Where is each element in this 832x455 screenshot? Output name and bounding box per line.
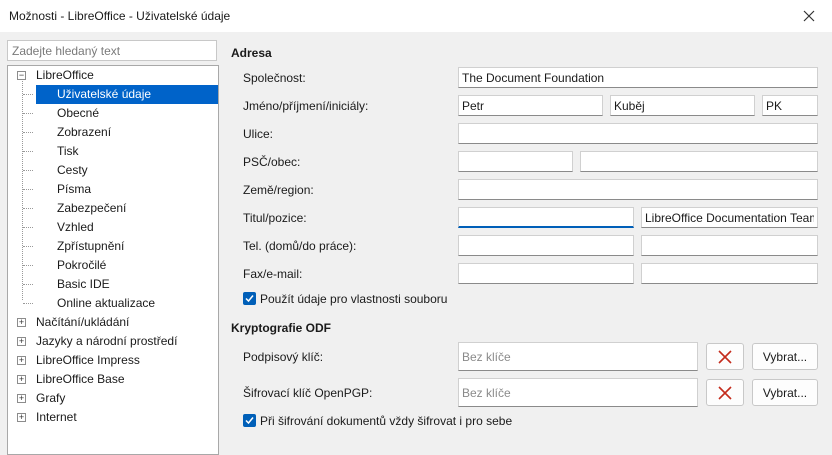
window-title: Možnosti - LibreOffice - Uživatelské úda… <box>9 9 231 23</box>
tree-node-accessibility[interactable]: Zpřístupnění <box>57 237 124 256</box>
tree-node-base[interactable]: LibreOffice Base <box>36 370 125 389</box>
street-label: Ulice: <box>243 127 274 141</box>
phone-label: Tel. (domů/do práce): <box>243 239 357 253</box>
tree-node-languages[interactable]: Jazyky a národní prostředí <box>36 332 177 351</box>
tree-node-label: Zabezpečení <box>57 201 127 215</box>
select-encrypt-key-button[interactable]: Vybrat... <box>752 379 818 406</box>
expand-icon[interactable]: + <box>17 375 26 384</box>
title-position-label: Titul/pozice: <box>243 211 307 225</box>
tree-node-label: Grafy <box>36 391 66 405</box>
signing-key-label: Podpisový klíč: <box>243 350 324 364</box>
tree-node-label: Pokročilé <box>57 258 107 272</box>
use-data-checkbox[interactable] <box>243 292 256 305</box>
tree-node-internet[interactable]: Internet <box>36 408 77 427</box>
expand-icon[interactable]: + <box>17 318 26 327</box>
button-label: Vybrat... <box>762 349 808 364</box>
tree-node-label: LibreOffice Impress <box>36 353 140 367</box>
close-icon <box>803 10 815 22</box>
title-field[interactable] <box>458 207 634 228</box>
initials-field[interactable] <box>762 95 818 116</box>
tree-node-label: Internet <box>36 410 77 424</box>
clear-signing-key-button[interactable] <box>706 343 744 370</box>
crypto-heading: Kryptografie ODF <box>231 321 332 335</box>
company-field[interactable] <box>458 67 818 88</box>
clear-encrypt-key-button[interactable] <box>706 379 744 406</box>
clear-icon <box>718 349 732 364</box>
tree-node-advanced[interactable]: Pokročilé <box>57 256 106 275</box>
company-label: Společnost: <box>243 71 306 85</box>
tree-node-label: Online aktualizace <box>57 296 156 310</box>
tree-node-fonts[interactable]: Písma <box>57 180 91 199</box>
tree-node-label: LibreOffice Base <box>36 372 125 386</box>
tree-node-label: Jazyky a národní prostředí <box>36 334 178 348</box>
tree-node-label: Basic IDE <box>57 277 110 291</box>
tree-node-appearance[interactable]: Vzhled <box>57 218 94 237</box>
tree-node-general[interactable]: Obecné <box>57 104 99 123</box>
position-field[interactable] <box>641 207 818 228</box>
zip-field[interactable] <box>458 151 573 172</box>
tree-node-libreoffice[interactable]: LibreOffice <box>36 66 94 85</box>
phone-work-field[interactable] <box>641 235 818 256</box>
tree-node-security[interactable]: Zabezpečení <box>57 199 126 218</box>
tree-node-view[interactable]: Zobrazení <box>57 123 111 142</box>
fax-field[interactable] <box>458 263 634 284</box>
last-name-field[interactable] <box>610 95 755 116</box>
use-data-label[interactable]: Použít údaje pro vlastnosti souboru <box>260 292 447 306</box>
country-field[interactable] <box>458 179 818 200</box>
encrypt-key-label: Šifrovací klíč OpenPGP: <box>243 386 373 400</box>
expand-icon[interactable]: + <box>17 337 26 346</box>
close-button[interactable] <box>786 0 832 32</box>
tree-node-label: LibreOffice <box>36 68 94 82</box>
encrypt-key-field[interactable] <box>458 378 698 407</box>
tree-node-load-save[interactable]: Načítání/ukládání <box>36 313 129 332</box>
fax-email-label: Fax/e-mail: <box>243 267 303 281</box>
expand-icon[interactable]: + <box>17 356 26 365</box>
tree-node-impress[interactable]: LibreOffice Impress <box>36 351 140 370</box>
expand-icon[interactable]: + <box>17 413 26 422</box>
tree-node-label: Vzhled <box>57 220 94 234</box>
tree-node-online-update[interactable]: Online aktualizace <box>57 294 155 313</box>
street-field[interactable] <box>458 123 818 144</box>
address-heading: Adresa <box>231 46 272 60</box>
tree-node-label: Cesty <box>57 163 88 177</box>
country-label: Země/region: <box>243 183 314 197</box>
tree-node-label: Načítání/ukládání <box>36 315 130 329</box>
encrypt-self-checkbox[interactable] <box>243 414 256 427</box>
email-field[interactable] <box>641 263 818 284</box>
search-input[interactable] <box>7 40 217 61</box>
title-bar: Možnosti - LibreOffice - Uživatelské úda… <box>0 0 832 32</box>
tree-node-label: Obecné <box>57 106 100 120</box>
collapse-icon[interactable]: − <box>17 71 26 80</box>
first-name-field[interactable] <box>458 95 603 116</box>
zip-city-label: PSČ/obec: <box>243 155 301 169</box>
options-tree[interactable]: − LibreOffice Uživatelské údaje Obecné Z… <box>7 65 219 455</box>
checkmark-icon <box>245 295 254 303</box>
phone-home-field[interactable] <box>458 235 634 256</box>
encrypt-self-label[interactable]: Při šifrování dokumentů vždy šifrovat i … <box>260 414 512 428</box>
tree-node-paths[interactable]: Cesty <box>57 161 88 180</box>
tree-node-label: Zobrazení <box>57 125 112 139</box>
city-field[interactable] <box>580 151 818 172</box>
button-label: Vybrat... <box>762 385 808 400</box>
clear-icon <box>718 385 732 400</box>
tree-node-label: Zpřístupnění <box>57 239 125 253</box>
tree-node-user-data[interactable]: Uživatelské údaje <box>36 85 218 104</box>
tree-node-label: Písma <box>57 182 92 196</box>
expand-icon[interactable]: + <box>17 394 26 403</box>
tree-node-charts[interactable]: Grafy <box>36 389 65 408</box>
tree-node-label: Uživatelské údaje <box>57 87 152 101</box>
tree-node-basic-ide[interactable]: Basic IDE <box>57 275 110 294</box>
tree-node-print[interactable]: Tisk <box>57 142 79 161</box>
tree-node-label: Tisk <box>57 144 79 158</box>
signing-key-field[interactable] <box>458 342 698 371</box>
checkmark-icon <box>245 417 254 425</box>
select-signing-key-button[interactable]: Vybrat... <box>752 343 818 370</box>
name-label: Jméno/příjmení/iniciály: <box>243 99 369 113</box>
